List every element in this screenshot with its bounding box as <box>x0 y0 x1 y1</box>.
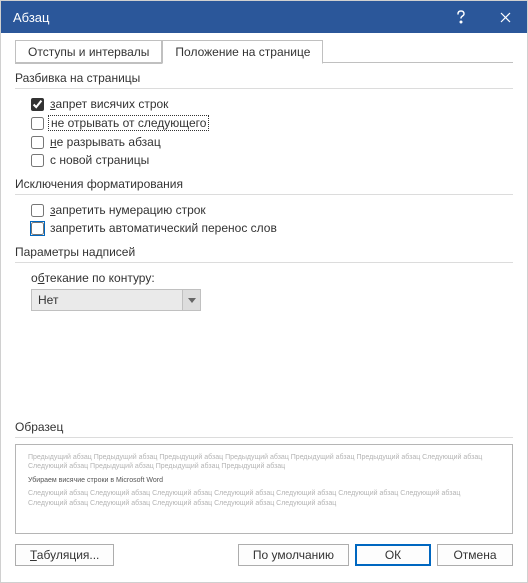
checkbox-widow-control[interactable]: запрет висячих строк <box>15 95 513 113</box>
tab-label: Отступы и интервалы <box>28 45 149 59</box>
checkbox-input[interactable] <box>31 154 44 167</box>
checkbox-keep-lines-together[interactable]: не разрывать абзац <box>15 133 513 151</box>
checkbox-label: запретить нумерацию строк <box>48 203 208 217</box>
checkbox-input[interactable] <box>31 136 44 149</box>
preview-sample-text: Убираем висячие строки в Microsoft Word <box>28 476 500 485</box>
chevron-down-icon <box>188 298 196 303</box>
button-label: По умолчанию <box>253 548 334 562</box>
checkbox-label: запретить автоматический перенос слов <box>48 221 279 235</box>
wrap-dropdown-label: обтекание по контуру: <box>31 271 513 285</box>
checkbox-label: с новой страницы <box>48 153 151 167</box>
section-formatting-exceptions-label: Исключения форматирования <box>15 177 513 191</box>
tab-label: Положение на странице <box>175 45 310 59</box>
checkbox-label: не разрывать абзац <box>48 135 163 149</box>
tab-indents[interactable]: Отступы и интервалы <box>15 40 162 64</box>
divider <box>15 194 513 195</box>
wrap-dropdown-button[interactable] <box>182 290 200 310</box>
preview-before-text: Предыдущий абзац Предыдущий абзац Предыд… <box>28 453 500 472</box>
spacer <box>15 313 513 406</box>
tab-page-position[interactable]: Положение на странице <box>162 40 323 64</box>
close-button[interactable] <box>483 1 527 33</box>
set-default-button[interactable]: По умолчанию <box>238 544 349 566</box>
titlebar: Абзац <box>1 1 527 33</box>
section-preview-label: Образец <box>15 420 513 434</box>
wrap-dropdown-row: обтекание по контуру: Нет <box>15 269 513 313</box>
tabs-button[interactable]: Табуляция... <box>15 544 114 566</box>
checkbox-dont-hyphenate[interactable]: запретить автоматический перенос слов <box>15 219 513 237</box>
divider <box>15 88 513 89</box>
tab-strip: Отступы и интервалы Положение на страниц… <box>15 39 513 63</box>
divider <box>15 262 513 263</box>
dialog-content: Отступы и интервалы Положение на страниц… <box>1 33 527 582</box>
checkbox-input[interactable] <box>31 117 44 130</box>
window-title: Абзац <box>13 10 439 25</box>
section-textbox-options-label: Параметры надписей <box>15 245 513 259</box>
cancel-button[interactable]: Отмена <box>437 544 513 566</box>
checkbox-label: запрет висячих строк <box>48 97 170 111</box>
checkbox-input[interactable] <box>31 204 44 217</box>
preview-after-text: Следующий абзац Следующий абзац Следующи… <box>28 489 500 508</box>
checkbox-suppress-line-numbers[interactable]: запретить нумерацию строк <box>15 201 513 219</box>
checkbox-label: не отрывать от следующего <box>48 115 209 131</box>
checkbox-page-break-before[interactable]: с новой страницы <box>15 151 513 169</box>
section-preview: Образец Предыдущий абзац Предыдущий абза… <box>15 412 513 534</box>
button-row: Табуляция... По умолчанию ОК Отмена <box>15 534 513 576</box>
button-label: ОК <box>385 548 401 562</box>
button-label: Табуляция... <box>30 548 99 562</box>
dialog-window: Абзац Отступы и интервалы Положение на с… <box>0 0 528 583</box>
ok-button[interactable]: ОК <box>355 544 431 566</box>
wrap-dropdown-value: Нет <box>32 290 182 310</box>
wrap-dropdown[interactable]: Нет <box>31 289 201 311</box>
help-button[interactable] <box>439 1 483 33</box>
checkbox-input[interactable] <box>31 222 44 235</box>
checkbox-input[interactable] <box>31 98 44 111</box>
help-icon <box>455 10 467 24</box>
section-pagination-label: Разбивка на страницы <box>15 71 513 85</box>
divider <box>15 437 513 438</box>
checkbox-keep-with-next[interactable]: не отрывать от следующего <box>15 113 513 133</box>
close-icon <box>500 12 511 23</box>
preview-box: Предыдущий абзац Предыдущий абзац Предыд… <box>15 444 513 534</box>
button-label: Отмена <box>453 548 496 562</box>
